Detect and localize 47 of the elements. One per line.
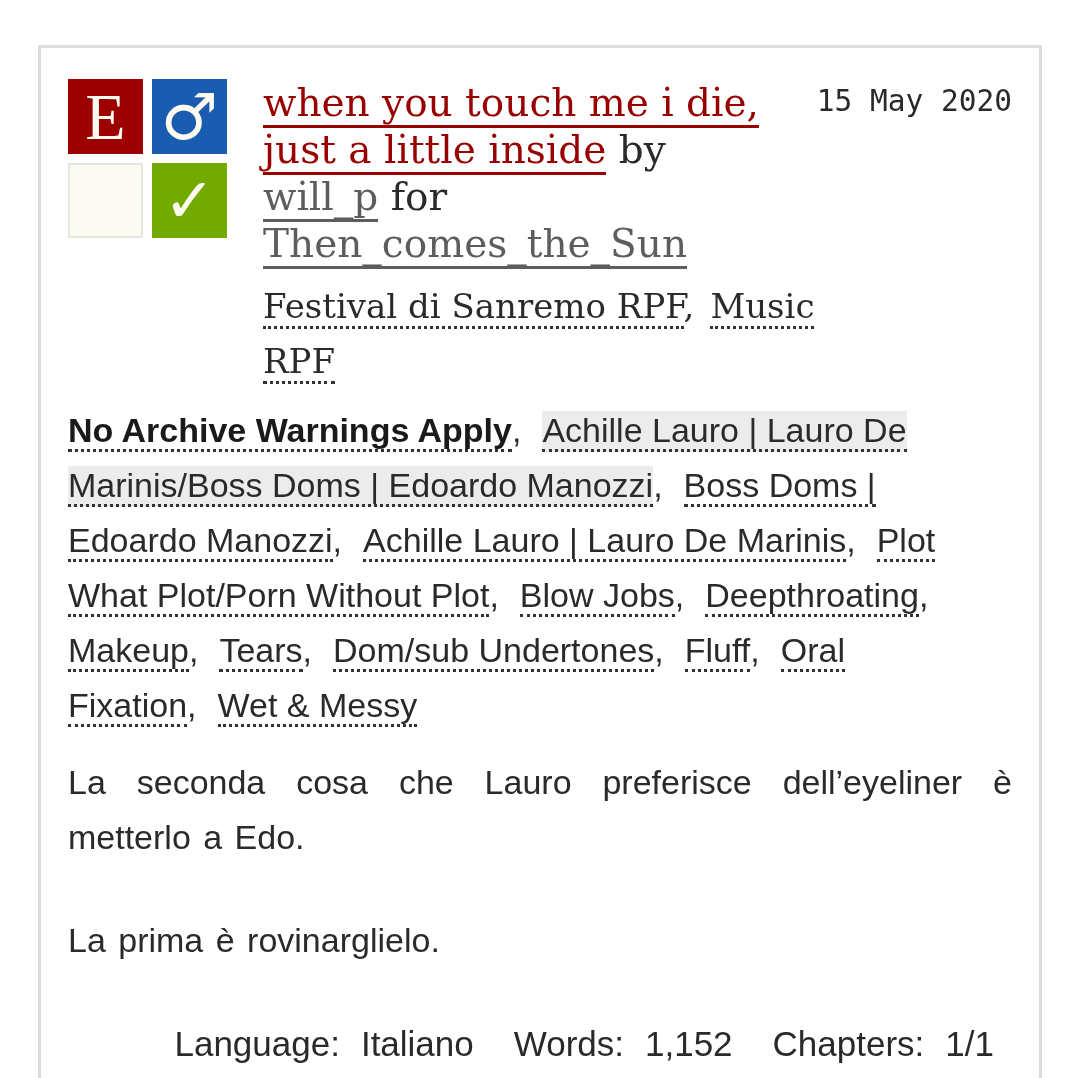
summary-text: La prima è rovinarglielo. [68,920,441,961]
checkmark-tile: ✓ [152,163,227,238]
tag-link[interactable]: Fluff [684,631,751,672]
fandom-link[interactable]: Music [710,286,815,329]
tag-link[interactable]: Plot [876,521,936,562]
tag-link[interactable]: Marinis/Boss Doms | Edoardo Manozzi [68,466,654,507]
tag-link[interactable]: Achille Lauro | Lauro De Marinis [363,521,847,562]
stat-value: Italiano [360,1023,474,1065]
stat-value: 1,152 [645,1023,733,1065]
summary-text: La seconda cosa che Lauro preferisce dell’eyeliner è metterlo a Edo. [68,762,1012,858]
tag-link[interactable]: Makeup [68,631,189,672]
comma-text: , [302,631,312,669]
rating-tile: E [68,79,143,154]
comma-text: , [489,576,499,614]
comma-text: , [332,521,343,559]
stat-label: Language: [174,1023,340,1065]
comma-text: , [187,686,197,724]
tag-link[interactable]: Tears [219,631,303,672]
recipient-link[interactable]: Then_comes_the_Sun [263,221,688,269]
tag-link[interactable]: Edoardo Manozzi [68,521,333,562]
comma-text: , [511,411,522,449]
tag-link[interactable]: Fixation [68,686,188,727]
stat-label: Words: [513,1023,624,1065]
tag-link[interactable]: Blow Jobs [519,576,675,617]
tag-link[interactable]: Achille Lauro | Lauro De [542,411,907,452]
male-symbol-tile: ♂ [152,79,227,154]
comma-text: , [188,631,199,669]
comma-text: , [918,576,929,614]
comma-text: , [653,466,663,504]
comma-text: , [750,631,760,669]
tag-link[interactable]: Dom/sub Undertones [333,631,655,672]
fandom-link[interactable]: Festival di Sanremo RPF [263,286,684,329]
title-link[interactable]: when you touch me i die, [263,80,759,128]
comma-text: , [846,521,856,559]
date-text: 15 May 2020 [816,83,1012,119]
tag-link[interactable]: What Plot/Porn Without Plot [68,576,490,617]
tag-link[interactable]: Oral [780,631,845,672]
comma-text: , [654,631,664,669]
tag-link[interactable]: Wet & Messy [217,686,418,727]
author-link[interactable]: will_p [263,174,379,222]
fandom-link[interactable]: RPF [263,341,336,384]
tag-link[interactable]: Deepthroating [705,576,919,617]
tag-link[interactable]: No Archive Warnings Apply [68,411,512,452]
stat-value: 1/1 [945,1023,994,1065]
comma-text: , [674,576,685,614]
tag-link[interactable]: Boss Doms | [683,466,876,507]
stat-label: Chapters: [772,1023,925,1065]
